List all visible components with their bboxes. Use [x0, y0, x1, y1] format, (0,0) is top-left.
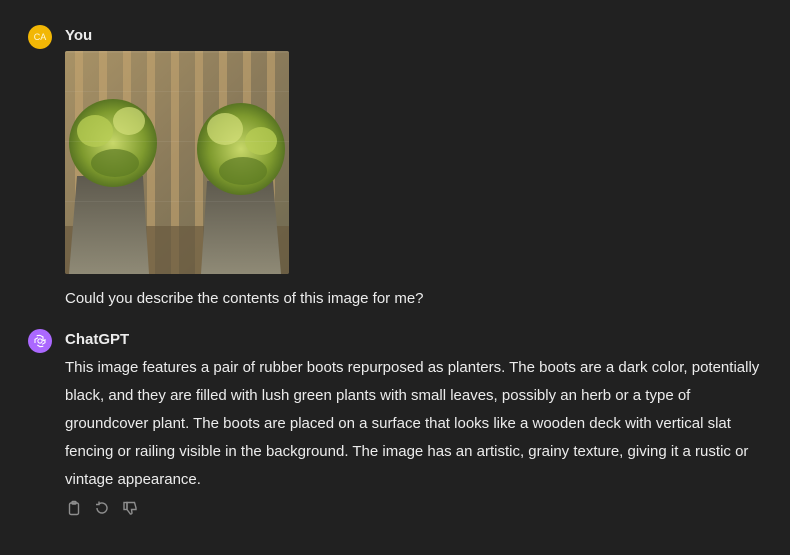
- thumbs-down-button[interactable]: [120, 498, 140, 518]
- copy-button[interactable]: [64, 498, 84, 518]
- user-avatar: CA: [28, 25, 52, 49]
- regenerate-button[interactable]: [92, 498, 112, 518]
- message-actions: [64, 498, 140, 518]
- chatgpt-avatar: [28, 329, 52, 353]
- clipboard-icon: [68, 500, 80, 516]
- user-message: Could you describe the contents of this …: [65, 290, 424, 307]
- thumbs-down-icon: [123, 501, 137, 515]
- user-author-name: You: [65, 27, 93, 44]
- chatgpt-author-name: ChatGPT: [65, 331, 130, 348]
- openai-logo-icon: [34, 334, 46, 348]
- assistant-message: This image features a pair of rubber boo…: [65, 359, 760, 488]
- uploaded-image[interactable]: [65, 51, 289, 274]
- regenerate-icon: [96, 501, 108, 514]
- user-avatar-initials: CA: [33, 32, 47, 42]
